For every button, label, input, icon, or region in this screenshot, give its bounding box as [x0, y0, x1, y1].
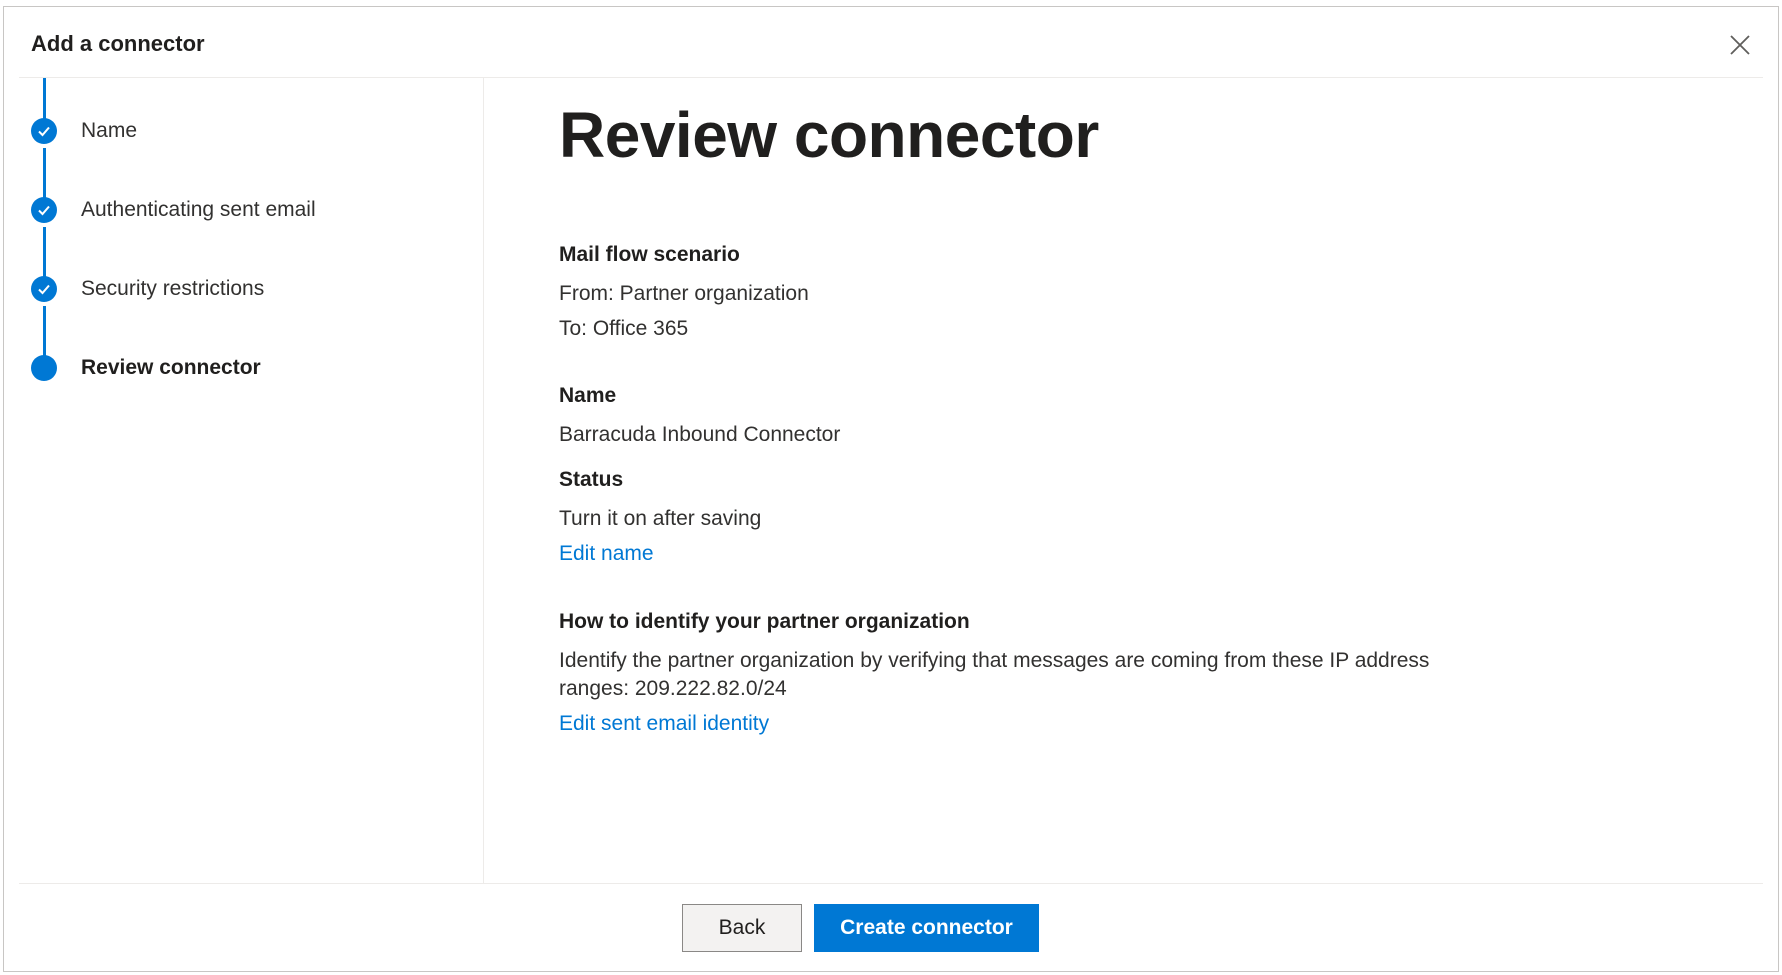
- current-step-dot-icon: [31, 355, 57, 381]
- identify-text-line2: ranges: 209.222.82.0/24: [559, 677, 787, 700]
- check-circle-icon: [31, 197, 57, 223]
- step-label: Name: [81, 119, 138, 142]
- step-authenticating-sent-email[interactable]: Authenticating sent email: [31, 196, 316, 224]
- close-button[interactable]: [1722, 27, 1758, 63]
- name-value: Barracuda Inbound Connector: [559, 423, 841, 446]
- step-label: Security restrictions: [81, 277, 265, 300]
- step-connector-line: [43, 227, 46, 277]
- review-content: Review connector Mail flow scenario From…: [559, 78, 1738, 883]
- dialog-title: Add a connector: [31, 31, 205, 56]
- name-heading: Name: [559, 384, 617, 407]
- edit-name-link[interactable]: Edit name: [559, 542, 654, 566]
- footer-divider: [19, 883, 1763, 884]
- mail-flow-heading: Mail flow scenario: [559, 243, 740, 266]
- create-connector-button[interactable]: Create connector: [814, 904, 1039, 952]
- back-button[interactable]: Back: [682, 904, 802, 952]
- wizard-steps: Name Authenticating sent email Security …: [19, 78, 484, 883]
- step-review-connector[interactable]: Review connector: [31, 354, 261, 382]
- edit-sent-email-identity-link[interactable]: Edit sent email identity: [559, 712, 769, 736]
- step-connector-line: [43, 78, 46, 122]
- identify-text-line1: Identify the partner organization by ver…: [559, 649, 1430, 672]
- identify-heading: How to identify your partner organizatio…: [559, 610, 970, 633]
- step-name[interactable]: Name: [31, 117, 137, 145]
- step-connector-line: [43, 306, 46, 356]
- dialog-header: Add a connector: [4, 7, 1778, 77]
- check-circle-icon: [31, 276, 57, 302]
- step-connector-line: [43, 148, 46, 198]
- add-connector-dialog: Add a connector Name Authenticating sent…: [3, 6, 1779, 972]
- status-heading: Status: [559, 468, 624, 491]
- check-circle-icon: [31, 118, 57, 144]
- page-title: Review connector: [559, 99, 1099, 171]
- step-label: Authenticating sent email: [81, 198, 316, 221]
- mail-flow-to: To: Office 365: [559, 317, 689, 340]
- step-label: Review connector: [81, 356, 261, 379]
- step-security-restrictions[interactable]: Security restrictions: [31, 275, 264, 303]
- mail-flow-from: From: Partner organization: [559, 282, 809, 305]
- close-icon: [1730, 35, 1750, 55]
- status-value: Turn it on after saving: [559, 507, 762, 530]
